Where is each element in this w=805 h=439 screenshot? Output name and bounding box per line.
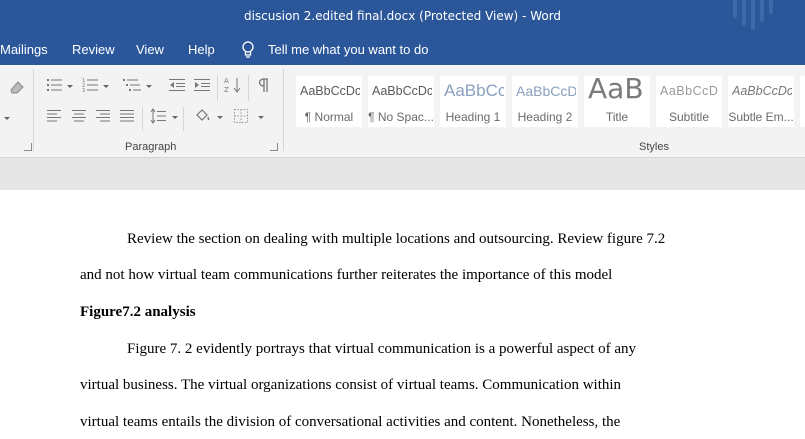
- style-title-sample: AaB: [588, 72, 644, 105]
- style-subtitle-name: Subtitle: [668, 110, 710, 124]
- style-no-spacing-name: ¶ No Spac...: [368, 110, 434, 124]
- ribbon: 1 2 3 A Z Paragraph AaBbCcDc ¶ Normal Aa…: [0, 65, 805, 158]
- doc-line-4: virtual business. The virtual organizati…: [80, 377, 622, 393]
- justify-icon[interactable]: [119, 109, 135, 123]
- style-subtitle[interactable]: AaBbCcD Subtitle: [656, 76, 722, 127]
- font-dialog-launcher[interactable]: [24, 143, 32, 151]
- style-heading-2-sample: AaBbCcD: [516, 83, 576, 99]
- tab-mailings[interactable]: Mailings: [0, 42, 48, 57]
- tab-help[interactable]: Help: [188, 42, 215, 57]
- center-icon[interactable]: [71, 109, 87, 123]
- align-left-icon[interactable]: [46, 109, 62, 123]
- window-title: discusion 2.edited final.docx (Protected…: [243, 9, 562, 23]
- paragraph-group-label: Paragraph: [125, 141, 177, 153]
- svg-text:3: 3: [82, 88, 85, 93]
- document-page[interactable]: Review the section on dealing with multi…: [0, 190, 805, 439]
- tell-me-text: Tell me what you want to do: [268, 42, 429, 57]
- doc-line-3: Figure 7. 2 evidently portrays that virt…: [127, 341, 637, 357]
- style-heading-2[interactable]: AaBbCcD Heading 2: [512, 76, 578, 127]
- lightbulb-icon: [242, 41, 254, 58]
- title-bar: discusion 2.edited final.docx (Protected…: [0, 0, 805, 35]
- style-next-clipped[interactable]: [800, 76, 805, 127]
- align-right-icon[interactable]: [95, 109, 111, 123]
- style-no-spacing-sample: AaBbCcDc: [372, 84, 432, 98]
- style-normal-sample: AaBbCcDc: [300, 84, 360, 98]
- increase-indent-icon[interactable]: [193, 77, 211, 93]
- style-subtle-emphasis-name: Subtle Em...: [728, 110, 794, 124]
- style-no-spacing[interactable]: AaBbCcDc ¶ No Spac...: [368, 76, 434, 127]
- style-title[interactable]: AaB Title: [584, 72, 650, 127]
- multilevel-list-icon[interactable]: [122, 77, 142, 93]
- tab-view[interactable]: View: [136, 42, 164, 57]
- styles-group-label: Styles: [639, 141, 669, 153]
- style-normal-name: ¶ Normal: [304, 110, 354, 124]
- svg-text:Z: Z: [224, 86, 229, 94]
- style-heading-1-sample: AaBbCc: [444, 81, 504, 100]
- style-subtle-emphasis[interactable]: AaBbCcDc Subtle Em...: [728, 76, 794, 127]
- style-heading-1-name: Heading 1: [445, 110, 501, 124]
- bullets-icon[interactable]: [46, 77, 64, 93]
- paragraph-dialog-launcher[interactable]: [270, 143, 278, 151]
- doc-heading: Figure7.2 analysis: [80, 304, 196, 320]
- doc-line-1: Review the section on dealing with multi…: [127, 231, 666, 247]
- ribbon-tabs: Mailings Review View Help Tell me what y…: [0, 35, 805, 65]
- tab-review[interactable]: Review: [72, 42, 115, 57]
- line-spacing-icon[interactable]: [149, 108, 167, 124]
- style-normal[interactable]: AaBbCcDc ¶ Normal: [296, 76, 362, 127]
- style-subtitle-sample: AaBbCcD: [660, 84, 719, 98]
- style-heading-1[interactable]: AaBbCc Heading 1: [440, 76, 506, 127]
- sort-icon[interactable]: A Z: [224, 76, 242, 94]
- style-title-name: Title: [605, 110, 629, 124]
- svg-text:A: A: [224, 77, 229, 85]
- doc-line-2: and not how virtual team communications …: [80, 267, 613, 283]
- doc-line-5: virtual teams entails the division of co…: [80, 414, 621, 430]
- borders-icon[interactable]: [233, 108, 249, 124]
- show-formatting-icon[interactable]: [256, 77, 270, 93]
- decrease-indent-icon[interactable]: [168, 77, 186, 93]
- shading-icon[interactable]: [194, 107, 212, 125]
- numbering-icon[interactable]: 1 2 3: [82, 77, 100, 93]
- title-decoration: [733, 0, 781, 30]
- style-subtle-emphasis-sample: AaBbCcDc: [732, 84, 792, 98]
- style-heading-2-name: Heading 2: [517, 110, 573, 124]
- eraser-icon[interactable]: [8, 79, 26, 95]
